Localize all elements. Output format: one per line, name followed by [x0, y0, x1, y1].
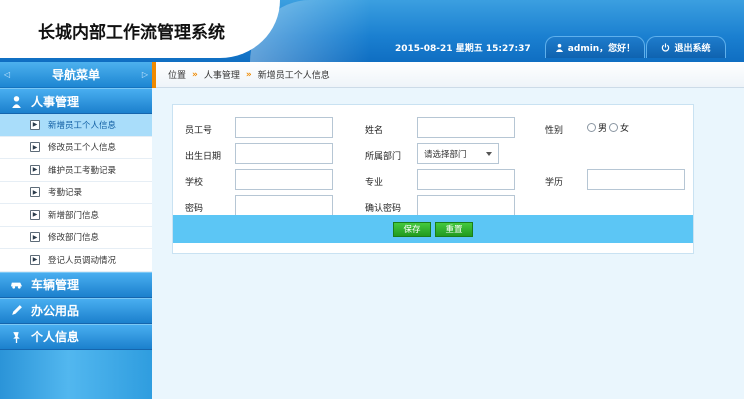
- sidebar-item-add-employee[interactable]: ▶ 新增员工个人信息: [0, 114, 152, 137]
- sidebar-section-vehicles[interactable]: 车辆管理: [0, 271, 152, 298]
- sidebar-section-office-supplies[interactable]: 办公用品: [0, 297, 152, 324]
- breadcrumb-hr[interactable]: 人事管理: [204, 68, 240, 81]
- user-icon: [555, 43, 563, 52]
- form-row: 员工号 姓名 性别 男 女: [173, 117, 695, 141]
- breadcrumb-accent-bar: [152, 62, 156, 88]
- arrow-bullet-icon: ▶: [30, 142, 40, 153]
- sidebar-section-label: 车辆管理: [31, 278, 80, 292]
- education-field[interactable]: [587, 169, 685, 190]
- form-row: 出生日期 所属部门 请选择部门: [173, 143, 695, 167]
- form-row: 学校 专业 学历: [173, 169, 695, 193]
- reset-button[interactable]: 重置: [435, 221, 473, 237]
- breadcrumb-separator: »: [245, 69, 252, 80]
- school-field[interactable]: [235, 169, 333, 190]
- pencil-icon: [12, 305, 22, 315]
- birth-date-field[interactable]: [235, 143, 333, 164]
- password-label: 密码: [185, 204, 204, 214]
- arrow-bullet-icon: ▶: [30, 187, 40, 198]
- main-content: 位置 » 人事管理 » 新增员工个人信息 员工号 姓名 性别 男 女 出生日期 …: [152, 62, 744, 399]
- major-field[interactable]: [417, 169, 515, 190]
- department-selected: 请选择部门: [424, 149, 467, 160]
- confirm-password-label: 确认密码: [365, 204, 402, 214]
- sidebar-section-label: 办公用品: [31, 304, 80, 318]
- breadcrumb: 位置 » 人事管理 » 新增员工个人信息: [152, 62, 744, 88]
- gender-male-label: 男: [598, 124, 608, 134]
- sidebar-item-label: 维护员工考勤记录: [48, 165, 117, 176]
- sidebar-item-attendance-records[interactable]: ▶ 考勤记录: [0, 182, 152, 204]
- sidebar-item-edit-department[interactable]: ▶ 修改部门信息: [0, 227, 152, 249]
- user-greeting-label: admin，您好！: [567, 44, 636, 54]
- sidebar-item-edit-employee[interactable]: ▶ 修改员工个人信息: [0, 137, 152, 159]
- nav-menu-title: 导航菜单: [51, 68, 100, 82]
- gender-radio-group: 男 女: [587, 121, 629, 134]
- arrow-bullet-icon: ▶: [30, 232, 40, 243]
- sidebar-item-maintain-attendance[interactable]: ▶ 维护员工考勤记录: [0, 159, 152, 182]
- app-title: 长城内部工作流管理系统: [38, 23, 225, 43]
- sidebar-item-label: 修改员工个人信息: [48, 143, 117, 154]
- employee-id-label: 员工号: [185, 126, 213, 136]
- person-icon: [12, 95, 21, 108]
- password-field[interactable]: [235, 195, 333, 216]
- sidebar-section-label: 个人信息: [31, 330, 80, 344]
- arrow-bullet-icon: ▶: [30, 119, 40, 130]
- user-greeting-tab[interactable]: admin，您好！: [545, 36, 645, 58]
- logout-label: 退出系统: [674, 44, 711, 54]
- education-label: 学历: [545, 178, 564, 188]
- pin-icon: [13, 332, 20, 343]
- arrow-bullet-icon: ▶: [30, 164, 40, 175]
- department-label: 所属部门: [365, 152, 402, 162]
- school-label: 学校: [185, 178, 204, 188]
- app-header: 长城内部工作流管理系统 2015-08-21 星期五 15:27:37 admi…: [0, 0, 744, 62]
- logout-button[interactable]: 退出系统: [646, 36, 726, 58]
- nav-menu-header[interactable]: ◁ 导航菜单 ▷: [0, 62, 152, 88]
- save-button[interactable]: 保存: [393, 221, 431, 237]
- sidebar-item-add-department[interactable]: ▶ 新增部门信息: [0, 204, 152, 227]
- sidebar-item-label: 新增部门信息: [48, 210, 100, 221]
- sidebar-section-personal-info[interactable]: 个人信息: [0, 323, 152, 350]
- name-field[interactable]: [417, 117, 515, 138]
- power-icon: [662, 43, 670, 52]
- arrow-bullet-icon: ▶: [30, 209, 40, 220]
- confirm-password-field[interactable]: [417, 195, 515, 216]
- breadcrumb-current: 新增员工个人信息: [257, 71, 330, 81]
- sidebar-item-label: 考勤记录: [48, 188, 83, 199]
- sidebar-item-label: 登记人员调动情况: [48, 255, 117, 266]
- name-label: 姓名: [365, 126, 384, 136]
- form-button-bar: 保存 重置: [173, 215, 693, 243]
- department-select[interactable]: 请选择部门: [417, 143, 499, 164]
- arrow-bullet-icon: ▶: [30, 254, 40, 265]
- sidebar: ◁ 导航菜单 ▷ 人事管理 ▶ 新增员工个人信息 ▶ 修改员工个人信息 ▶ 维护…: [0, 62, 152, 399]
- major-label: 专业: [365, 178, 384, 188]
- chevron-down-icon: [486, 152, 492, 156]
- gender-female-label: 女: [620, 124, 630, 134]
- breadcrumb-separator: »: [192, 69, 198, 80]
- gender-label: 性别: [545, 126, 564, 136]
- car-icon: [10, 282, 23, 289]
- sidebar-item-register-transfer[interactable]: ▶ 登记人员调动情况: [0, 249, 152, 272]
- gender-male-radio[interactable]: [587, 123, 596, 132]
- sidebar-section-hr[interactable]: 人事管理: [0, 88, 152, 114]
- sidebar-item-label: 修改部门信息: [48, 233, 100, 244]
- employee-form: 员工号 姓名 性别 男 女 出生日期 所属部门 请选择部门 学校 专业 学历 密…: [172, 104, 694, 254]
- sidebar-section-label: 人事管理: [31, 94, 80, 109]
- title-panel: 长城内部工作流管理系统: [0, 0, 280, 58]
- breadcrumb-location: 位置: [168, 71, 187, 81]
- birth-date-label: 出生日期: [185, 152, 222, 162]
- datetime-display: 2015-08-21 星期五 15:27:37: [395, 44, 531, 54]
- collapse-left-icon[interactable]: ◁: [4, 70, 10, 79]
- employee-id-field[interactable]: [235, 117, 333, 138]
- gender-female-radio[interactable]: [609, 123, 619, 132]
- sidebar-item-label: 新增员工个人信息: [48, 120, 117, 131]
- expand-right-icon[interactable]: ▷: [142, 70, 148, 79]
- hr-submenu: ▶ 新增员工个人信息 ▶ 修改员工个人信息 ▶ 维护员工考勤记录 ▶ 考勤记录 …: [0, 114, 152, 272]
